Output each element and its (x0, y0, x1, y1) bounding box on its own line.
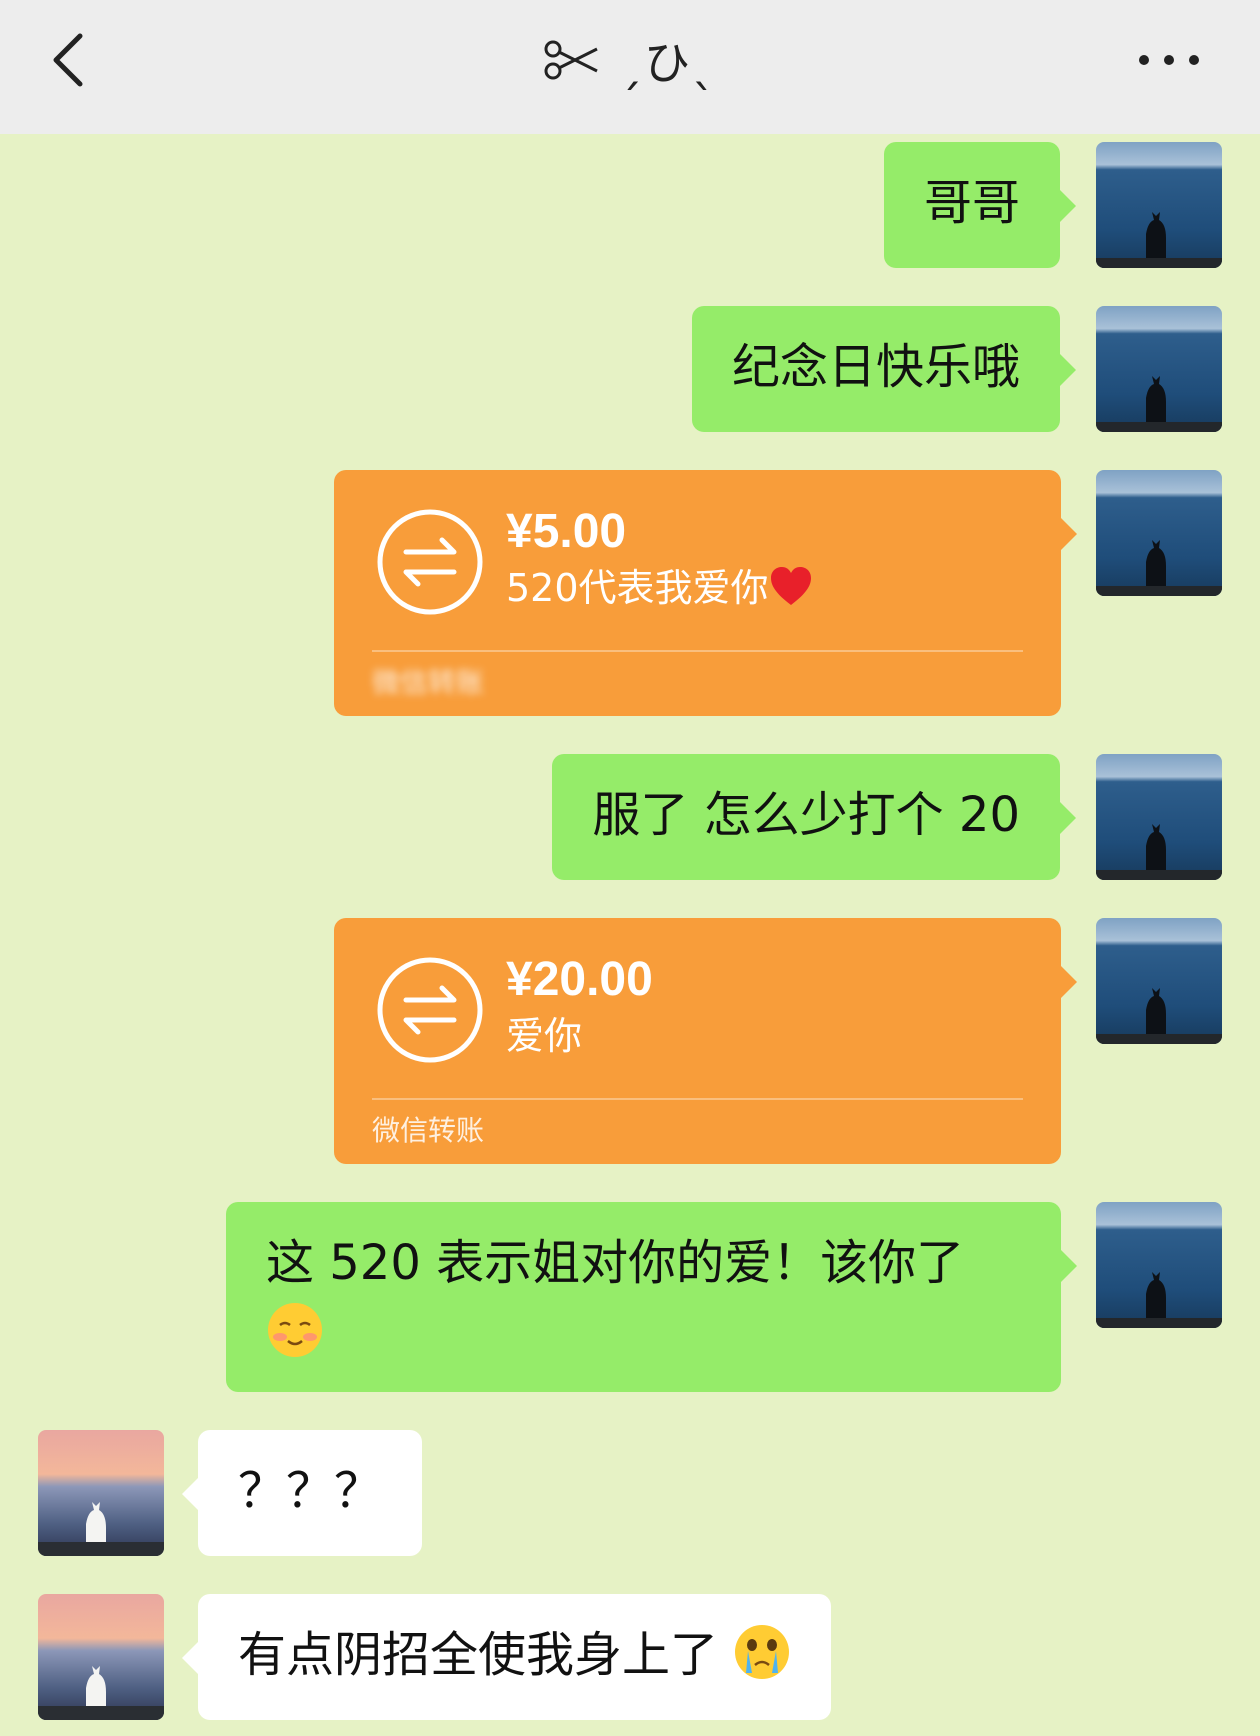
transfer-divider (372, 650, 1023, 652)
message-bubble[interactable]: ？？？ (181, 1430, 423, 1556)
shy-smile-emoji-icon (268, 1303, 322, 1357)
transfer-amount: ¥20.00 (506, 953, 653, 1006)
scissors-icon (544, 40, 598, 80)
my-avatar[interactable] (1096, 306, 1222, 432)
crying-emoji-icon (735, 1625, 790, 1679)
red-heart-icon (770, 567, 811, 605)
chat-title: ˏひˎ (0, 0, 1260, 120)
message-bubble[interactable]: 这 520 表示姐对你的爱！该你了 (226, 1202, 1077, 1392)
back-button[interactable] (44, 20, 104, 100)
message-text: 哥哥 (923, 175, 1020, 231)
my-avatar[interactable] (1096, 754, 1222, 880)
more-dots-icon (1139, 55, 1199, 65)
message-text: 有点阴招全使我身上了 (238, 1627, 719, 1683)
more-options-button[interactable] (1134, 42, 1204, 78)
message-text: ？？？ (238, 1463, 383, 1519)
my-avatar[interactable] (1096, 1202, 1222, 1328)
transfer-note: 爱你 (506, 1014, 583, 1058)
contact-avatar[interactable] (38, 1594, 164, 1720)
chat-header: ˏひˎ (0, 0, 1260, 134)
my-avatar[interactable] (1096, 142, 1222, 268)
message-bubble[interactable]: 哥哥 (883, 142, 1077, 268)
transfer-footer: 微信转账 (372, 1114, 485, 1147)
transfer-note-text: 520代表我爱你 (506, 566, 769, 610)
transfer-icon (377, 957, 483, 1063)
transfer-note: 520代表我爱你 (506, 560, 813, 616)
message-text: 这 520 表示姐对你的爱！该你了 (266, 1235, 965, 1291)
message-text: 服了 怎么少打个 20 (592, 787, 1020, 843)
transfer-card[interactable]: ¥5.00 520代表我爱你 微信转账 (334, 470, 1077, 716)
contact-avatar[interactable] (38, 1430, 164, 1556)
message-bubble[interactable]: 服了 怎么少打个 20 (552, 754, 1076, 880)
message-bubble[interactable]: 纪念日快乐哦 (691, 306, 1077, 432)
message-text: 纪念日快乐哦 (731, 339, 1020, 395)
chevron-left-icon (53, 33, 83, 87)
transfer-footer: 微信转账 (372, 666, 485, 699)
chat-title-text: ˏひˎ (619, 36, 717, 90)
my-avatar[interactable] (1096, 470, 1222, 596)
transfer-card[interactable]: ¥20.00 爱你 微信转账 (334, 918, 1077, 1164)
transfer-icon (377, 509, 483, 615)
my-avatar[interactable] (1096, 918, 1222, 1044)
message-bubble[interactable]: 有点阴招全使我身上了 (181, 1594, 832, 1720)
transfer-divider (372, 1098, 1023, 1100)
transfer-amount: ¥5.00 (506, 505, 627, 558)
